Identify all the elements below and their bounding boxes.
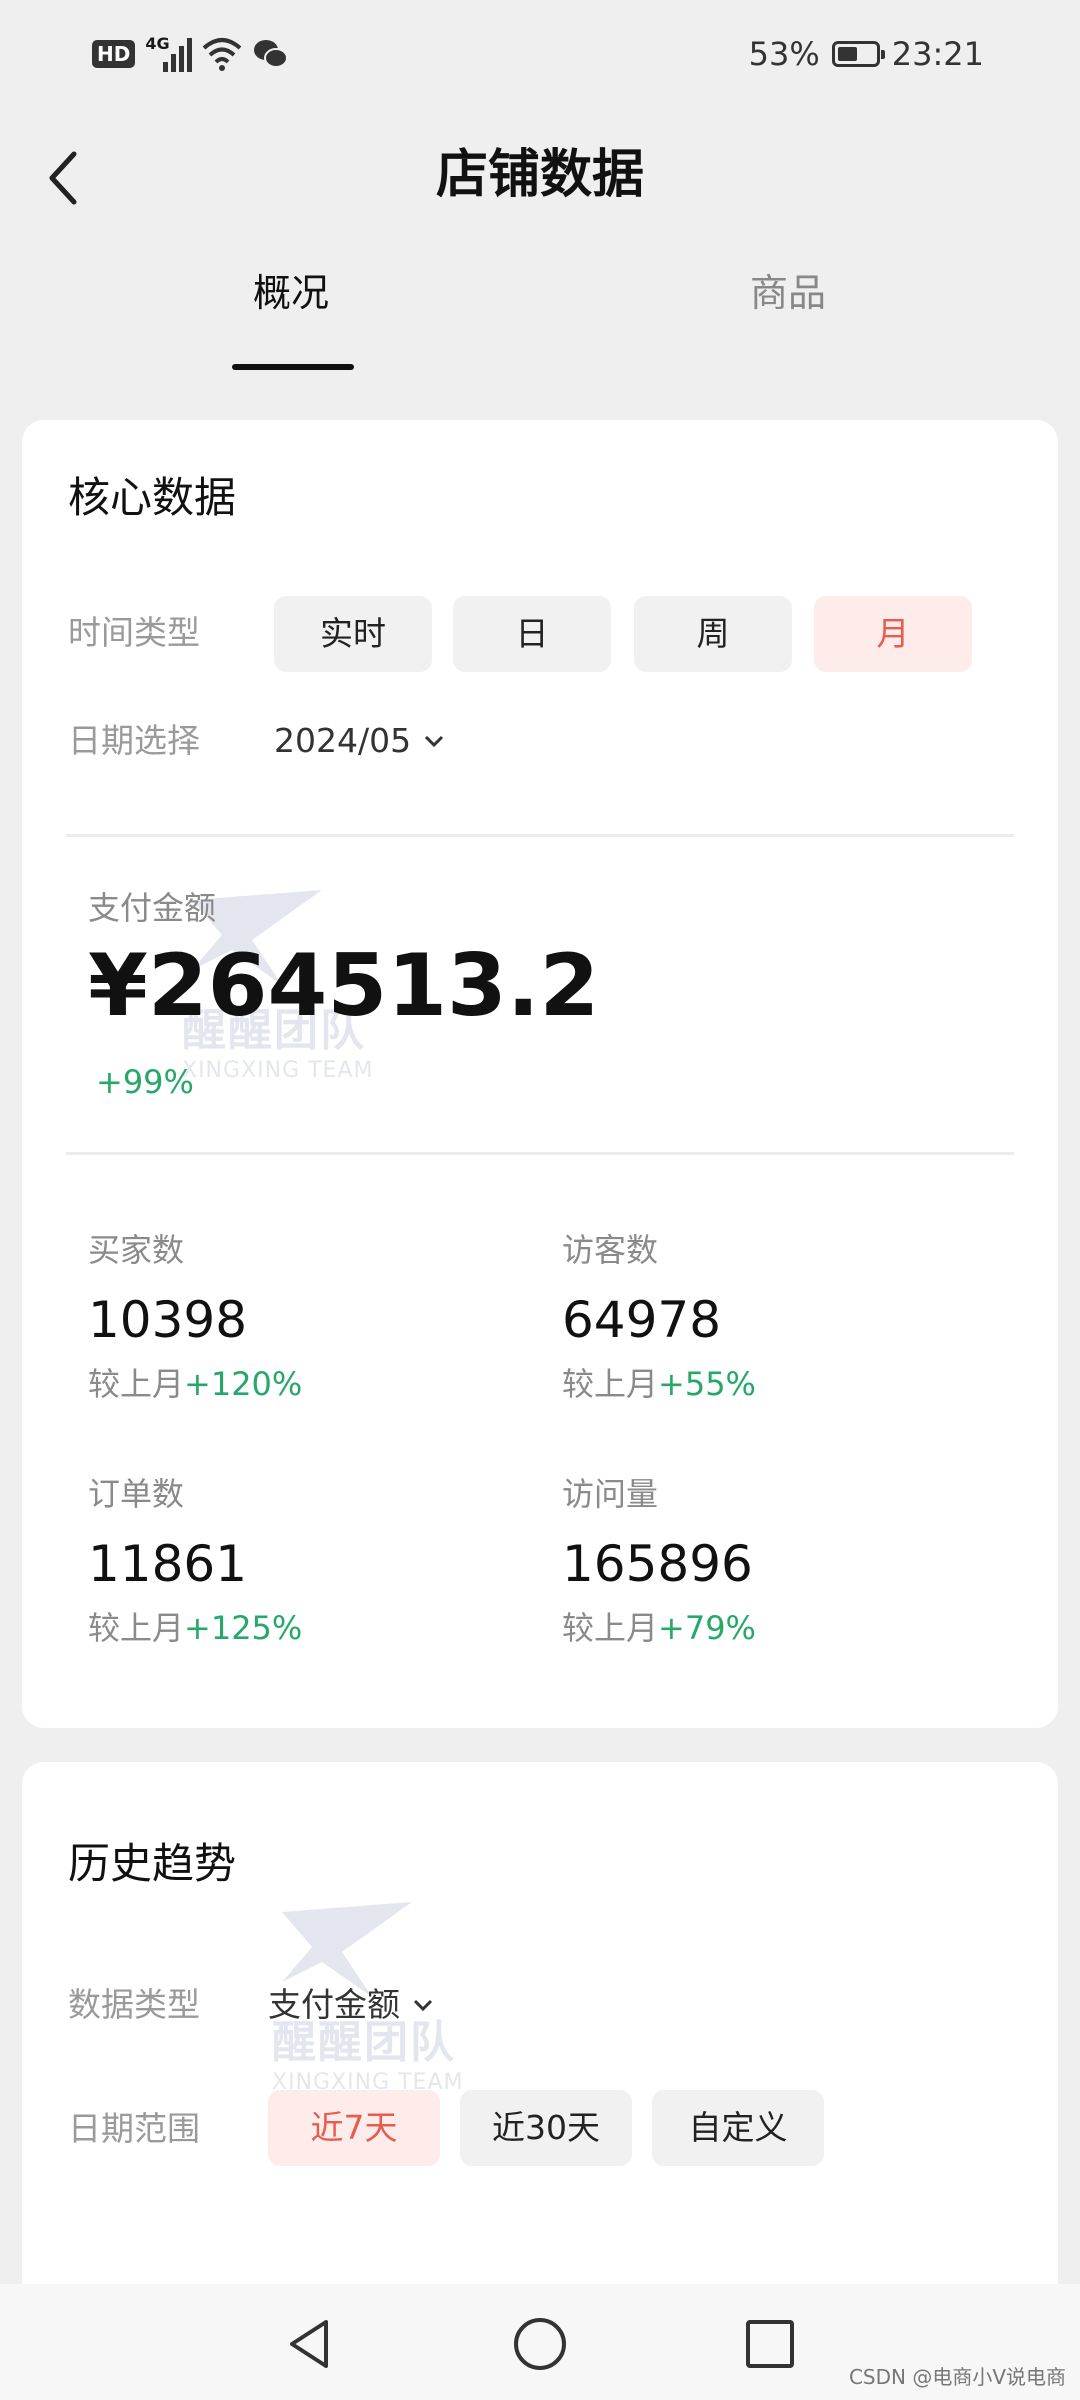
data-type-dropdown[interactable]: 支付金额	[268, 1982, 434, 2028]
recents-square-icon[interactable]	[740, 2314, 800, 2374]
hd-badge: HD	[92, 40, 136, 68]
wechat-icon	[254, 40, 289, 68]
date-select-value: 2024/05	[274, 721, 412, 760]
metric-value-buyers: 10398	[88, 1291, 248, 1349]
metric-label-pageviews: 访问量	[562, 1475, 659, 1513]
clock: 23:21	[891, 35, 984, 73]
time-type-day[interactable]: 日	[453, 596, 611, 672]
active-tab-indicator	[232, 364, 354, 370]
watermark-subtext: XINGXING TEAM	[182, 1058, 374, 1083]
wifi-icon	[203, 38, 242, 71]
metric-label-buyers: 买家数	[88, 1231, 185, 1269]
date-select-dropdown[interactable]: 2024/05	[274, 718, 445, 764]
card-title-history: 历史趋势	[68, 1839, 237, 1888]
status-left: HD 4G	[92, 30, 289, 78]
compare-value: +125%	[184, 1609, 303, 1647]
metric-compare-buyers: 较上月+120%	[88, 1362, 302, 1406]
metric-compare-visitors: 较上月+55%	[562, 1362, 756, 1406]
compare-value: +120%	[184, 1365, 303, 1403]
metric-compare-orders: 较上月+125%	[88, 1606, 302, 1650]
metric-compare-pageviews: 较上月+79%	[562, 1606, 756, 1650]
battery-icon	[831, 41, 885, 67]
metric-label-visitors: 访客数	[562, 1231, 659, 1269]
range-30-days[interactable]: 近30天	[460, 2090, 632, 2166]
status-right: 53% 23:21	[749, 30, 984, 78]
home-circle-icon[interactable]	[510, 2314, 570, 2374]
pay-amount-change: +99%	[96, 1063, 194, 1101]
time-type-week[interactable]: 周	[634, 596, 792, 672]
time-type-month[interactable]: 月	[814, 596, 972, 672]
date-range-label: 日期范围	[68, 2109, 200, 2148]
metric-value-visitors: 64978	[562, 1291, 722, 1349]
system-nav-bar: CSDN @电商小V说电商	[0, 2284, 1080, 2400]
time-type-label: 时间类型	[68, 613, 200, 652]
card-title-core: 核心数据	[68, 473, 237, 522]
tab-bar: 概况 商品	[0, 250, 1080, 370]
credit-watermark: CSDN @电商小V说电商	[848, 2365, 1066, 2389]
compare-value: +55%	[658, 1365, 756, 1403]
compare-prefix: 较上月	[88, 1609, 185, 1647]
pay-amount-label: 支付金额	[88, 889, 217, 927]
metric-label-orders: 订单数	[88, 1475, 185, 1513]
battery-percent: 53%	[748, 35, 820, 73]
cellular-signal-icon: 4G	[145, 34, 193, 72]
compare-prefix: 较上月	[88, 1365, 185, 1403]
back-triangle-icon[interactable]	[280, 2314, 340, 2374]
date-select-label: 日期选择	[68, 721, 200, 760]
page-title: 店铺数据	[435, 145, 644, 205]
tab-overview[interactable]: 概况	[253, 268, 329, 318]
metric-value-orders: 11861	[88, 1535, 248, 1593]
data-type-label: 数据类型	[68, 1985, 200, 2024]
divider	[66, 834, 1014, 837]
range-custom[interactable]: 自定义	[652, 2090, 824, 2166]
network-type: 4G	[145, 34, 170, 53]
range-7-days[interactable]: 近7天	[268, 2090, 440, 2166]
metric-value-pageviews: 165896	[562, 1535, 753, 1593]
time-type-realtime[interactable]: 实时	[274, 596, 432, 672]
nav-bar: 店铺数据	[0, 110, 1080, 240]
chevron-down-icon	[425, 735, 444, 748]
compare-value: +79%	[658, 1609, 756, 1647]
data-type-value: 支付金额	[268, 1985, 400, 2024]
compare-prefix: 较上月	[562, 1365, 659, 1403]
core-data-card: 核心数据 时间类型 实时 日 周 月 日期选择 2024/05 醒醒团队 XIN…	[22, 420, 1058, 1728]
chevron-down-icon	[413, 1999, 433, 2012]
compare-prefix: 较上月	[562, 1609, 659, 1647]
divider	[66, 1152, 1014, 1155]
tab-products[interactable]: 商品	[750, 268, 826, 318]
pay-amount-value: ¥264513.2	[88, 936, 600, 1036]
status-bar: HD 4G 53% 23:21	[0, 0, 1080, 110]
